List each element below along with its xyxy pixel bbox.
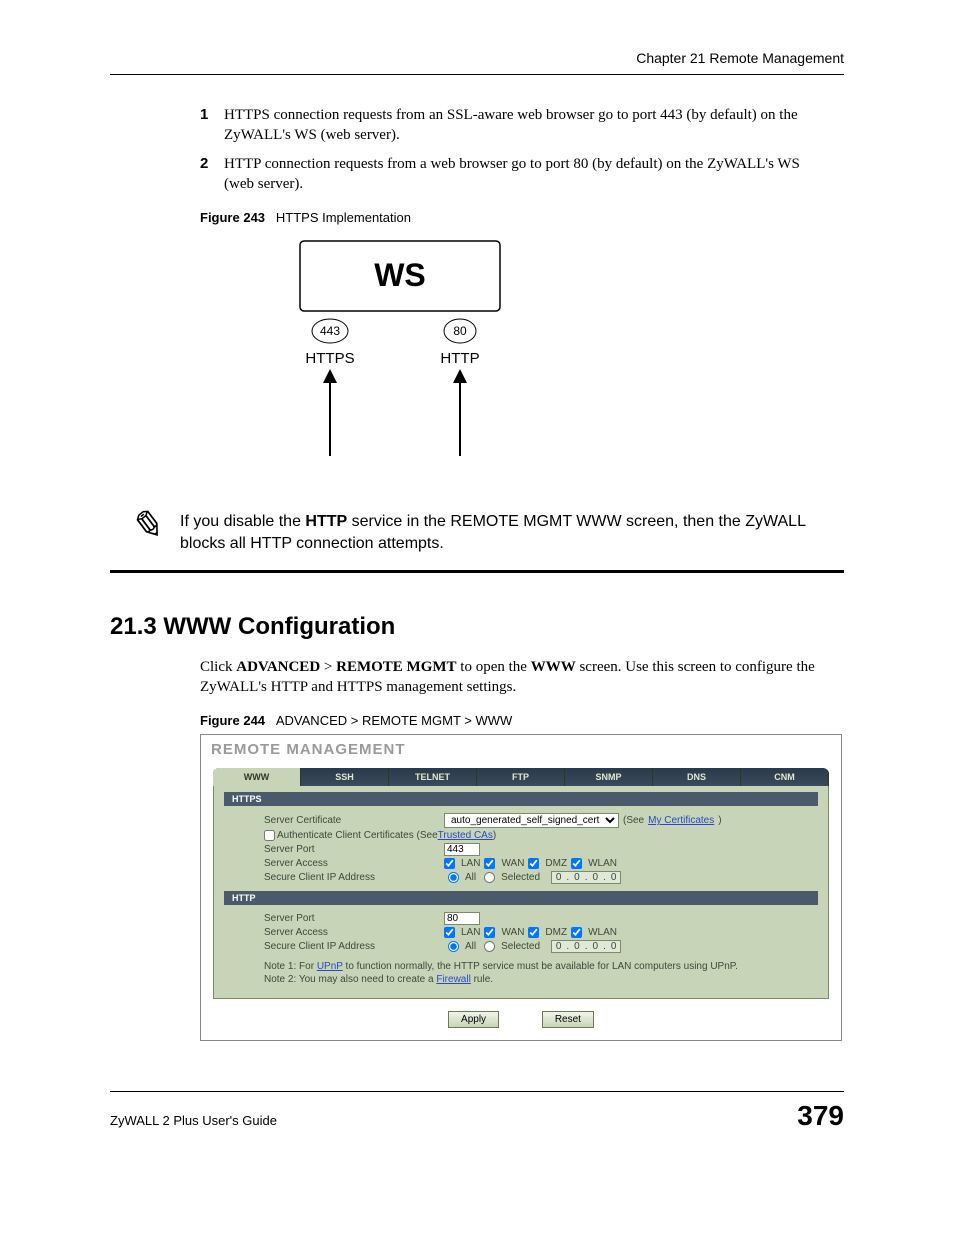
figure-https-impl: WS 443 80 HTTPS HTTP (250, 231, 550, 471)
http-lan-checkbox[interactable] (444, 927, 455, 938)
tab-www[interactable]: WWW (213, 768, 301, 786)
label-auth-client: Authenticate Client Certificates (See (277, 830, 438, 841)
trusted-cas-link[interactable]: Trusted CAs (438, 830, 493, 841)
label-server-access: Server Access (264, 858, 444, 869)
tab-telnet[interactable]: TELNET (389, 768, 477, 786)
row-https-access: Server Access LAN WAN DMZ WLAN (214, 857, 828, 870)
list-text-2: HTTP connection requests from a web brow… (224, 154, 824, 195)
tab-bar: WWW SSH TELNET FTP SNMP DNS CNM (213, 768, 829, 786)
label-server-cert: Server Certificate (264, 815, 444, 826)
row-http-port: Server Port (214, 911, 828, 926)
svg-text:80: 80 (453, 324, 467, 338)
https-all-radio[interactable] (448, 872, 459, 883)
tab-dns[interactable]: DNS (653, 768, 741, 786)
tab-ssh[interactable]: SSH (301, 768, 389, 786)
my-certificates-link[interactable]: My Certificates (648, 815, 714, 826)
label-server-port: Server Port (264, 844, 444, 855)
http-selected-radio[interactable] (484, 941, 495, 952)
reset-button[interactable]: Reset (542, 1011, 594, 1028)
fig-title: ADVANCED > REMOTE MGMT > WWW (276, 713, 512, 728)
apply-button[interactable]: Apply (448, 1011, 499, 1028)
note-block: ✎ If you disable the HTTP service in the… (110, 511, 844, 556)
https-wan-checkbox[interactable] (484, 858, 495, 869)
section-paragraph: Click ADVANCED > REMOTE MGMT to open the… (200, 657, 844, 698)
figure-243-caption: Figure 243 HTTPS Implementation (200, 210, 844, 225)
screenshot-title: REMOTE MANAGEMENT (201, 735, 841, 768)
fig-num: Figure 244 (200, 713, 265, 728)
row-http-access: Server Access LAN WAN DMZ WLAN (214, 926, 828, 939)
http-port-input[interactable] (444, 912, 480, 925)
https-dmz-checkbox[interactable] (528, 858, 539, 869)
panel-notes: Note 1: For UPnP to function normally, t… (214, 954, 828, 986)
http-dmz-checkbox[interactable] (528, 927, 539, 938)
ordered-list: 1 HTTPS connection requests from an SSL-… (200, 105, 824, 194)
http-ip-box[interactable]: 0.0.0.0 (551, 940, 622, 953)
tab-snmp[interactable]: SNMP (565, 768, 653, 786)
svg-text:WS: WS (374, 257, 426, 293)
footer-guide-name: ZyWALL 2 Plus User's Guide (110, 1113, 277, 1128)
label-server-port-http: Server Port (264, 913, 444, 924)
figure-244-caption: Figure 244 ADVANCED > REMOTE MGMT > WWW (200, 713, 844, 728)
fig-num: Figure 243 (200, 210, 265, 225)
header-rule (110, 74, 844, 75)
upnp-link[interactable]: UPnP (317, 961, 343, 972)
row-https-port: Server Port (214, 842, 828, 857)
http-wlan-checkbox[interactable] (571, 927, 582, 938)
https-ip-box[interactable]: 0.0.0.0 (551, 871, 622, 884)
server-cert-select[interactable]: auto_generated_self_signed_cert (444, 813, 619, 828)
svg-text:HTTPS: HTTPS (305, 350, 354, 367)
page-footer: ZyWALL 2 Plus User's Guide 379 (110, 1091, 844, 1132)
list-item: 1 HTTPS connection requests from an SSL-… (200, 105, 824, 146)
auth-client-checkbox[interactable] (264, 830, 275, 841)
config-panel: HTTPS Server Certificate auto_generated_… (213, 786, 829, 999)
list-num-2: 2 (200, 154, 224, 195)
list-num-1: 1 (200, 105, 224, 146)
https-port-input[interactable] (444, 843, 480, 856)
note-text: If you disable the HTTP service in the R… (180, 511, 844, 556)
https-wlan-checkbox[interactable] (571, 858, 582, 869)
row-http-secure-ip: Secure Client IP Address All Selected 0.… (214, 939, 828, 954)
http-wan-checkbox[interactable] (484, 927, 495, 938)
firewall-link[interactable]: Firewall (436, 974, 470, 985)
row-auth-client: Authenticate Client Certificates (See Tr… (214, 829, 828, 842)
footer-page-number: 379 (797, 1100, 844, 1132)
http-all-radio[interactable] (448, 941, 459, 952)
label-server-access-http: Server Access (264, 927, 444, 938)
row-https-secure-ip: Secure Client IP Address All Selected 0.… (214, 870, 828, 885)
label-secure-ip: Secure Client IP Address (264, 872, 444, 883)
remote-mgmt-screenshot: REMOTE MANAGEMENT WWW SSH TELNET FTP SNM… (200, 734, 842, 1041)
section-heading-21-3: 21.3 WWW Configuration (110, 613, 844, 641)
tab-cnm[interactable]: CNM (741, 768, 829, 786)
list-item: 2 HTTP connection requests from a web br… (200, 154, 824, 195)
https-section-bar: HTTPS (224, 792, 818, 806)
svg-text:443: 443 (320, 324, 340, 338)
list-text-1: HTTPS connection requests from an SSL-aw… (224, 105, 824, 146)
http-section-bar: HTTP (224, 891, 818, 905)
tab-ftp[interactable]: FTP (477, 768, 565, 786)
note-pencil-icon: ✎ (110, 511, 180, 541)
row-server-cert: Server Certificate auto_generated_self_s… (214, 812, 828, 829)
https-lan-checkbox[interactable] (444, 858, 455, 869)
chapter-header: Chapter 21 Remote Management (110, 50, 844, 66)
fig-title: HTTPS Implementation (276, 210, 411, 225)
https-selected-radio[interactable] (484, 872, 495, 883)
button-row: Apply Reset (201, 999, 841, 1040)
svg-text:HTTP: HTTP (440, 350, 479, 367)
label-secure-ip-http: Secure Client IP Address (264, 941, 444, 952)
note-bottom-rule (110, 570, 844, 573)
